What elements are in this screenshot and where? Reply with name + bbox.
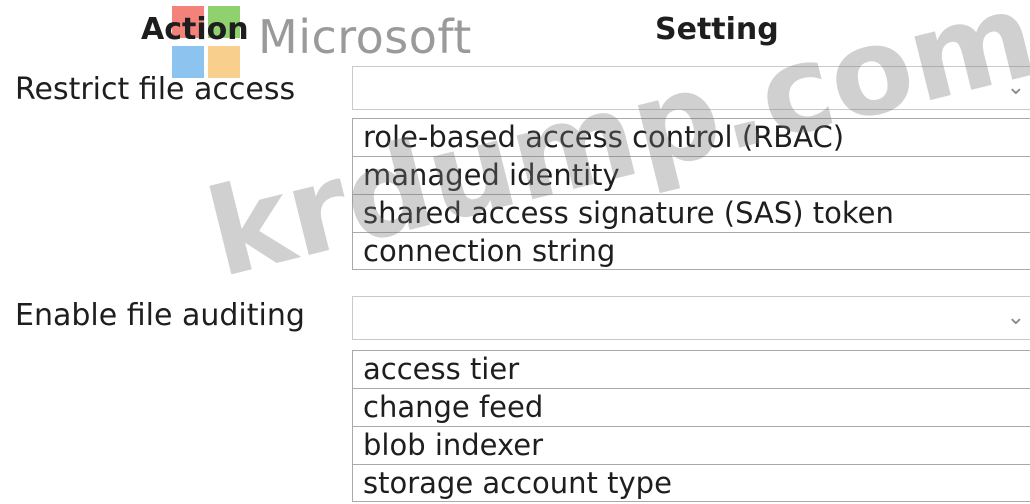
dropdown-option[interactable]: access tier [352,350,1030,388]
options-list-enable-file-auditing: access tier change feed blob indexer sto… [352,350,1030,502]
dropdown-option[interactable]: role-based access control (RBAC) [352,118,1030,156]
setting-column-header: Setting [655,12,779,47]
action-label-enable-file-auditing: Enable file auditing [15,298,305,333]
logo-wordmark: Microsoft [258,10,472,64]
action-label-restrict-file-access: Restrict file access [15,72,296,107]
options-list-restrict-file-access: role-based access control (RBAC) managed… [352,118,1030,270]
dropdown-option[interactable]: blob indexer [352,426,1030,464]
action-column-header: Action [141,12,249,47]
setting-dropdown-enable-file-auditing[interactable]: ⌄ [352,296,1030,340]
dropdown-option[interactable]: storage account type [352,464,1030,502]
dropdown-option[interactable]: managed identity [352,156,1030,194]
dropdown-option[interactable]: change feed [352,388,1030,426]
chevron-down-icon: ⌄ [1006,305,1025,330]
chevron-down-icon: ⌄ [1006,75,1025,100]
setting-dropdown-restrict-file-access[interactable]: ⌄ [352,66,1030,110]
dropdown-option[interactable]: shared access signature (SAS) token [352,194,1030,232]
dropdown-option[interactable]: connection string [352,232,1030,270]
